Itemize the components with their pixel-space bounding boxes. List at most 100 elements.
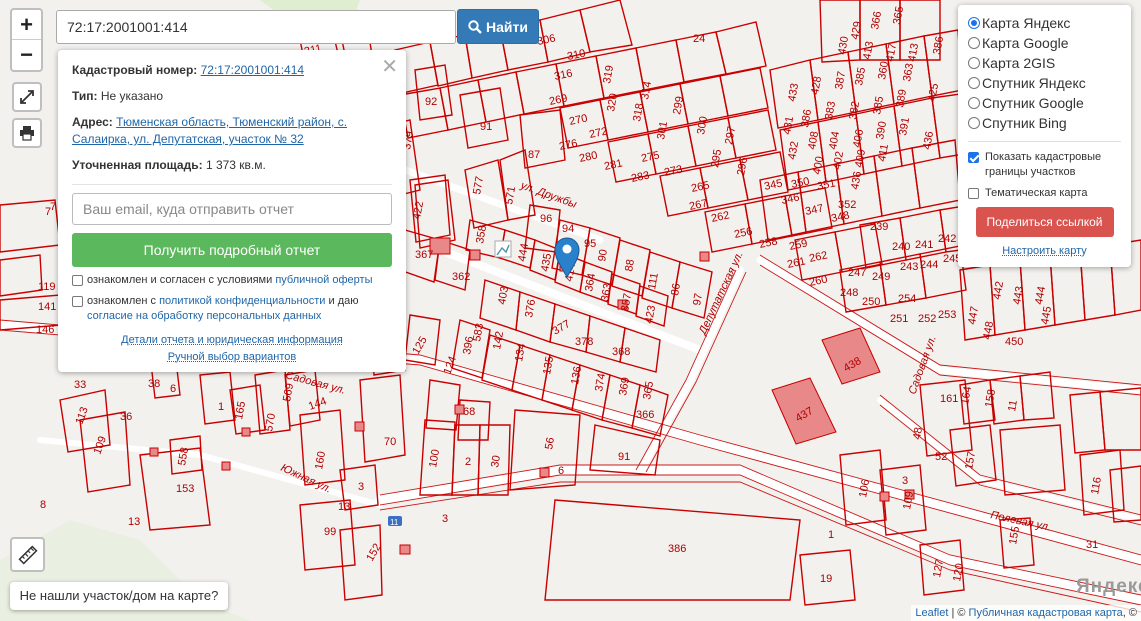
divider [968, 141, 1121, 142]
base-map-radio[interactable] [968, 57, 980, 69]
svg-text:450: 450 [1005, 336, 1023, 348]
privacy-policy-link[interactable]: политикой конфиденциальности [159, 295, 325, 307]
privacy-agreement-checkbox[interactable] [72, 296, 83, 307]
zoom-out-button[interactable]: − [12, 40, 41, 70]
report-details-link[interactable]: Детали отчета и юридическая информация [121, 334, 343, 346]
svg-text:8: 8 [40, 499, 46, 511]
leaflet-link[interactable]: Leaflet [915, 607, 948, 619]
print-button[interactable] [12, 118, 42, 148]
search-button[interactable]: Найти [457, 9, 539, 44]
svg-text:243: 243 [900, 261, 918, 273]
fullscreen-button[interactable] [12, 82, 42, 112]
svg-text:13: 13 [338, 501, 350, 513]
measure-button[interactable] [10, 537, 45, 572]
svg-text:2: 2 [465, 456, 471, 468]
svg-text:99: 99 [324, 526, 336, 538]
base-map-label: Спутник Bing [982, 115, 1067, 131]
base-map-option[interactable]: Карта 2GIS [968, 53, 1121, 73]
svg-text:48: 48 [911, 426, 925, 440]
map-attribution: Leaflet | © Публичная кадастровая карта,… [911, 605, 1141, 621]
get-report-button[interactable]: Получить подробный отчет [72, 233, 392, 267]
not-found-button[interactable]: Не нашли участок/дом на карте? [10, 582, 228, 610]
base-map-label: Карта Google [982, 35, 1069, 51]
svg-text:88: 88 [623, 258, 637, 272]
svg-text:87: 87 [528, 149, 540, 161]
base-map-radio[interactable] [968, 117, 980, 129]
base-map-option[interactable]: Карта Яндекс [968, 13, 1121, 33]
layers-panel: Карта Яндекс Карта Google Карта 2GIS Спутни… [958, 5, 1131, 267]
svg-text:1: 1 [828, 529, 834, 541]
svg-text:241: 241 [915, 239, 933, 251]
svg-text:378: 378 [575, 336, 593, 348]
base-map-option[interactable]: Спутник Bing [968, 113, 1121, 133]
svg-text:386: 386 [668, 543, 686, 555]
svg-text:367: 367 [415, 249, 433, 261]
plot-info-popup: ✕ Кадастровый номер: 72:17:2001001:414 Т… [58, 50, 406, 372]
area-row: Уточненная площадь: 1 373 кв.м. [72, 157, 392, 174]
svg-text:244: 244 [920, 259, 938, 271]
public-offer-link[interactable]: публичной оферты [275, 274, 372, 286]
cadastral-number-link[interactable]: 72:17:2001001:414 [201, 63, 304, 77]
svg-text:90: 90 [596, 248, 610, 262]
svg-text:19: 19 [820, 573, 832, 585]
type-label: Тип: [72, 89, 98, 103]
cadastral-boundaries-row[interactable]: Показать кадастровые границы участков [968, 150, 1121, 180]
thematic-map-checkbox[interactable] [968, 188, 979, 199]
privacy-agreement-text: ознакомлен с политикой конфиденциальност… [87, 294, 358, 324]
svg-text:3: 3 [442, 513, 448, 525]
zoom-control: + − [10, 8, 43, 72]
manual-selection-link[interactable]: Ручной выбор вариантов [168, 351, 296, 363]
offer-agreement-checkbox[interactable] [72, 275, 83, 286]
svg-text:11: 11 [1006, 399, 1020, 412]
route-shield-icon: 11 [388, 516, 402, 527]
base-map-option[interactable]: Спутник Google [968, 93, 1121, 113]
personal-data-consent-link[interactable]: согласие на обработку персональных данны… [87, 310, 321, 322]
svg-text:11: 11 [390, 518, 399, 527]
svg-text:242: 242 [938, 233, 956, 245]
address-label: Адрес: [72, 115, 113, 129]
svg-text:24: 24 [693, 33, 705, 45]
base-map-radio[interactable] [968, 77, 980, 89]
base-map-radio[interactable] [968, 17, 980, 29]
zoom-in-button[interactable]: + [12, 10, 41, 40]
base-map-option[interactable]: Спутник Яндекс [968, 73, 1121, 93]
address-link[interactable]: Тюменская область, Тюменский район, с. С… [72, 115, 347, 146]
svg-text:56: 56 [543, 436, 557, 450]
svg-text:30: 30 [489, 454, 503, 468]
cadastral-boundaries-checkbox[interactable] [968, 152, 979, 163]
svg-text:249: 249 [872, 271, 890, 283]
svg-text:3: 3 [902, 475, 908, 487]
ruler-icon [17, 544, 38, 565]
svg-text:248: 248 [840, 287, 858, 299]
expand-icon [20, 90, 34, 104]
svg-text:254: 254 [898, 293, 916, 305]
email-field[interactable]: Ваш email, куда отправить отчет [72, 193, 392, 225]
pkk-link[interactable]: Публичная кадастровая карта [969, 607, 1123, 619]
svg-text:146: 146 [36, 324, 54, 336]
svg-text:91: 91 [618, 451, 630, 463]
area-label: Уточненная площадь: [72, 158, 203, 172]
type-value: Не указано [100, 89, 164, 103]
svg-text:3: 3 [358, 481, 364, 493]
share-link-button[interactable]: Поделиться ссылкой [975, 207, 1114, 237]
svg-text:141: 141 [38, 301, 56, 313]
thematic-map-label: Тематическая карта [985, 187, 1088, 199]
configure-map-link[interactable]: Настроить карту [1002, 245, 1087, 257]
svg-text:95: 95 [584, 238, 596, 250]
svg-text:250: 250 [862, 296, 880, 308]
attribution-separator: | © [948, 607, 969, 619]
svg-text:362: 362 [452, 271, 470, 283]
address-row: Адрес: Тюменская область, Тюменский райо… [72, 114, 392, 148]
svg-text:368: 368 [612, 346, 630, 358]
thematic-map-row[interactable]: Тематическая карта [968, 186, 1121, 201]
svg-text:153: 153 [176, 483, 194, 495]
search-input[interactable]: 72:17:2001001:414 [56, 10, 456, 44]
attribution-tail: , © [1122, 607, 1137, 619]
svg-text:366: 366 [636, 409, 654, 421]
base-map-radio[interactable] [968, 97, 980, 109]
close-icon[interactable]: ✕ [381, 54, 398, 79]
base-map-radio[interactable] [968, 37, 980, 49]
svg-text:70: 70 [384, 436, 396, 448]
svg-text:33: 33 [74, 379, 86, 391]
base-map-option[interactable]: Карта Google [968, 33, 1121, 53]
